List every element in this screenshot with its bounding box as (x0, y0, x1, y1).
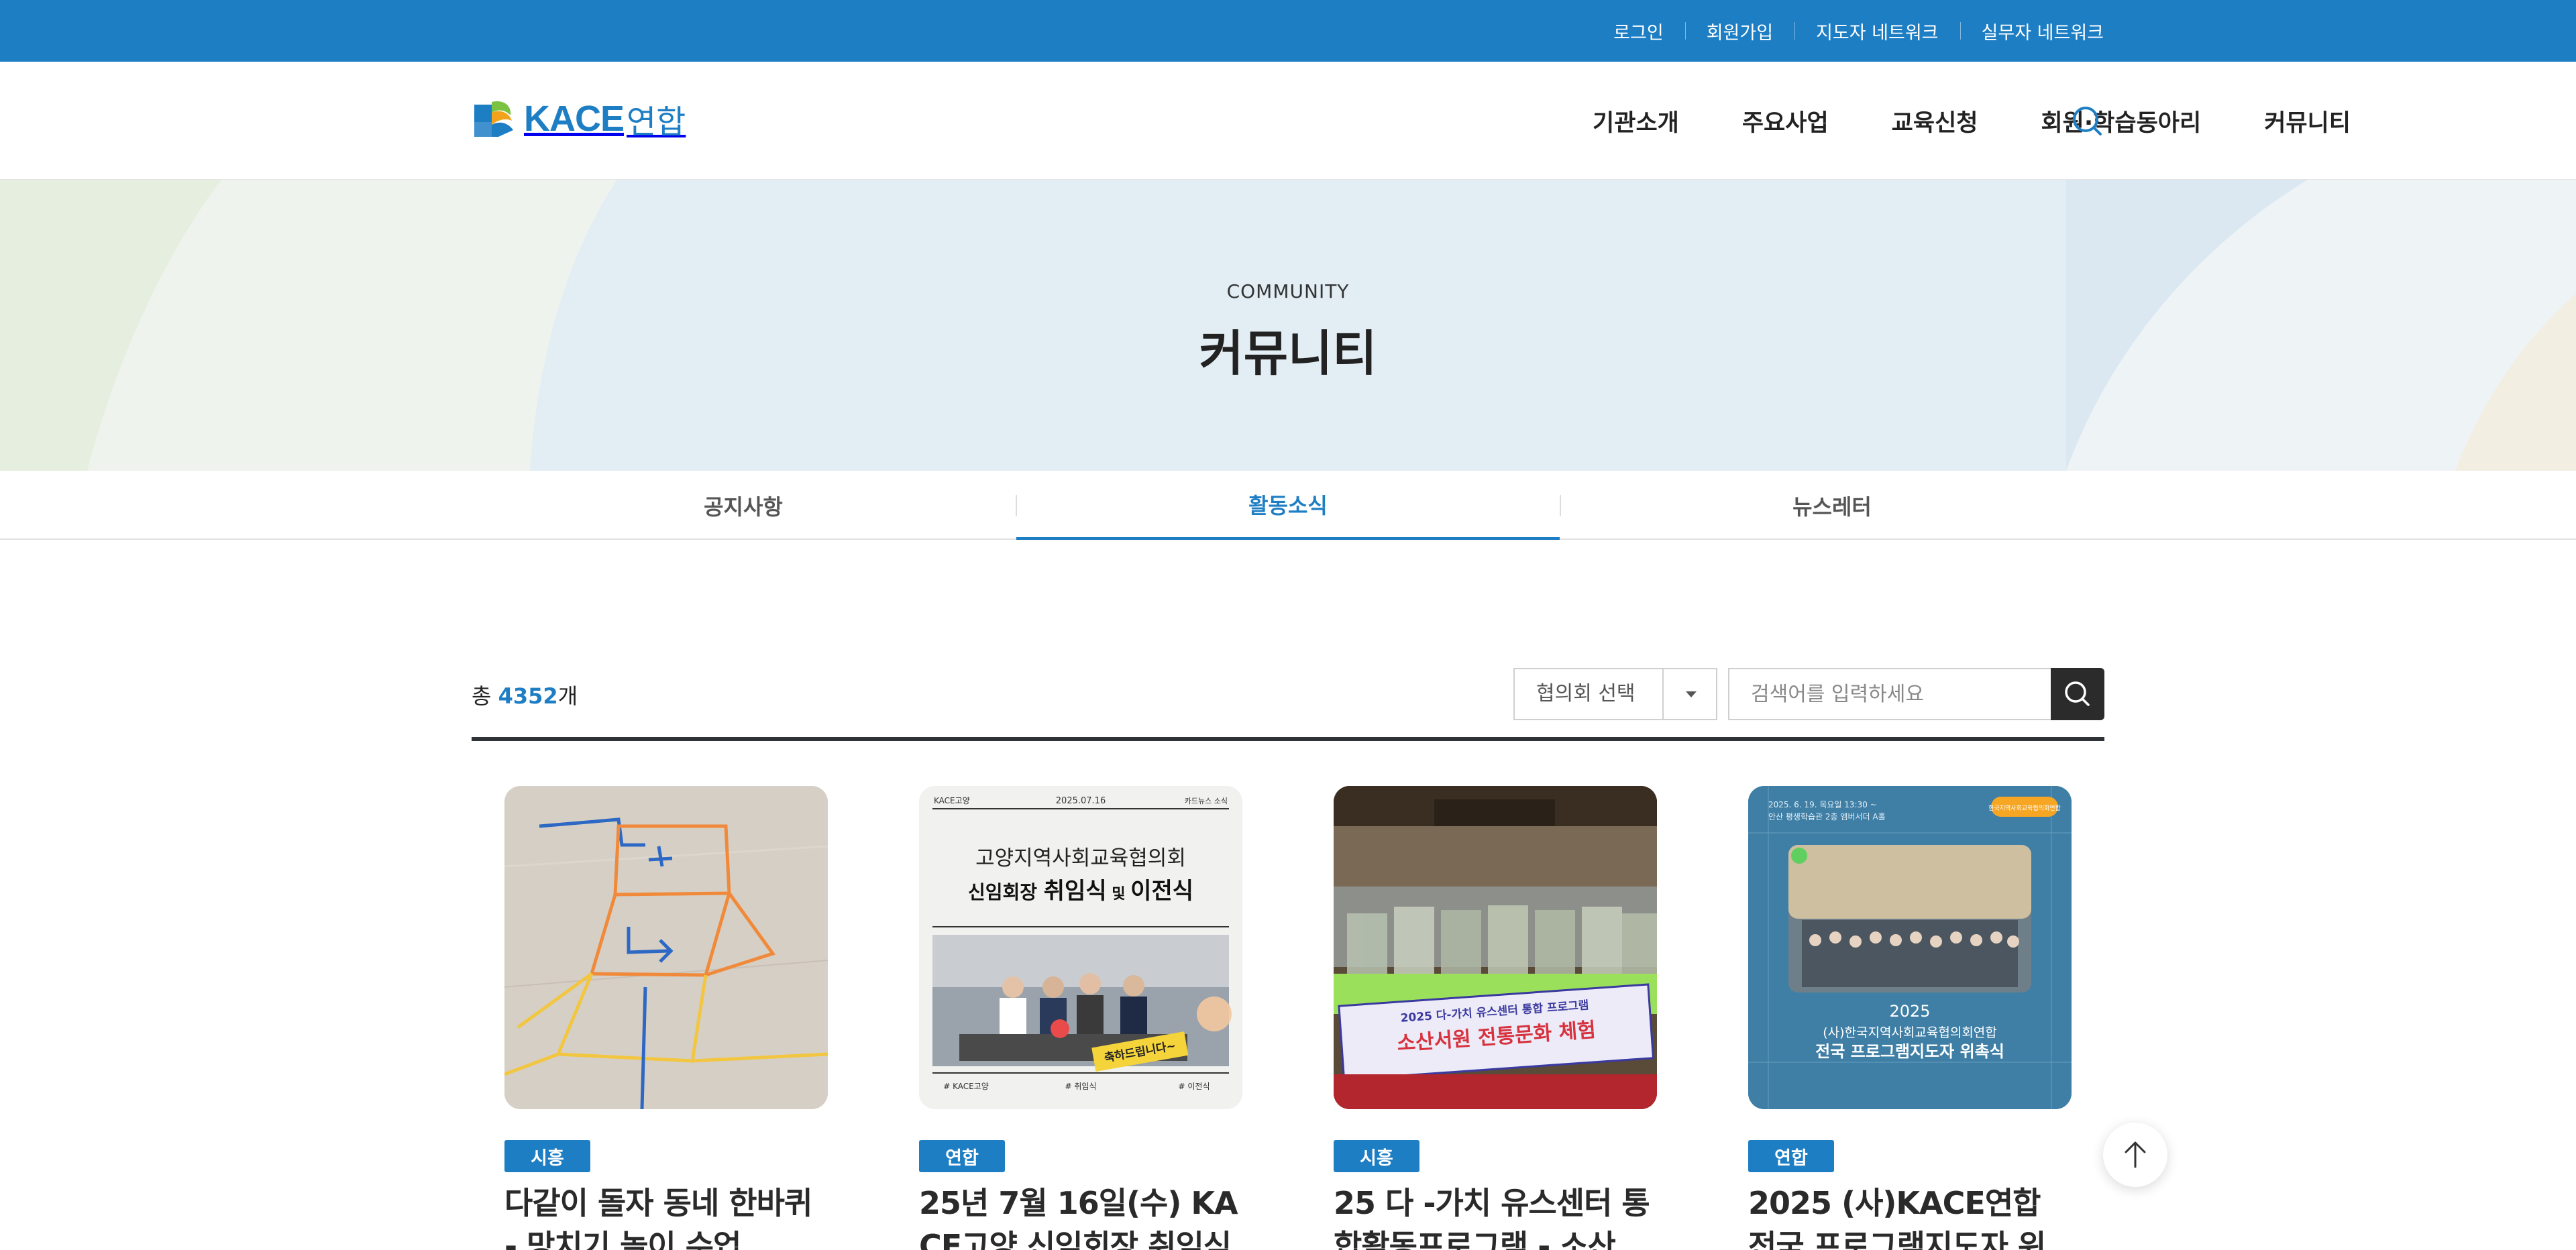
nav-item-programs[interactable]: 주요사업 (1742, 104, 1829, 138)
site-logo[interactable]: KACE 연합 (472, 97, 686, 141)
thumb-event: 전국 프로그램지도자 위촉식 (1815, 1042, 2004, 1061)
thumb-year: 2025 (1889, 1002, 1930, 1021)
page-hero: COMMUNITY 커뮤니티 (0, 180, 2576, 471)
post-thumbnail[interactable]: KACE고양 2025.07.16 카드뉴스 소식 고양지역사회교육협의회 신임… (919, 786, 1242, 1109)
search-field[interactable] (1728, 668, 2051, 720)
thumb-heading: 고양지역사회교육협의회 (975, 846, 1186, 870)
practitioner-network-link[interactable]: 실무자 네트워크 (1960, 18, 2104, 44)
chevron-down-icon[interactable] (1662, 669, 1716, 719)
search-submit-button[interactable] (2051, 668, 2104, 720)
thumb-venue: 안산 평생학습관 2층 엠버서더 A홀 (1768, 812, 1886, 821)
count-prefix: 총 (472, 683, 498, 709)
search-input[interactable] (1729, 669, 2051, 719)
nav-item-education[interactable]: 교육신청 (1892, 104, 1978, 138)
post-thumbnail[interactable] (504, 786, 828, 1109)
select-value: 협의회 선택 (1536, 682, 1635, 705)
post-title[interactable]: 25 다 -가치 유스센터 통합활동프로그램 - 소산 (1334, 1182, 1657, 1250)
logo-mark-icon (472, 98, 523, 139)
list-top-divider (472, 737, 2104, 741)
nav-item-about[interactable]: 기관소개 (1593, 104, 1679, 138)
login-link[interactable]: 로그인 (1592, 18, 1685, 44)
hero-subtitle: COMMUNITY (1226, 280, 1350, 302)
post-card[interactable]: 2025 다-가치 유스센터 통합 프로그램 소산서원 전통문화 체험 시흥 2… (1334, 786, 1657, 1250)
thumb-date: 2025. 6. 19. 목요일 13:30 ~ (1768, 800, 1877, 809)
count-number: 4352 (498, 683, 558, 709)
nav-item-members[interactable]: 회원·학습동아리 (2041, 104, 2201, 138)
tab-activities[interactable]: 활동소식 (1016, 471, 1560, 540)
utility-links: 로그인 회원가입 지도자 네트워크 실무자 네트워크 (1592, 0, 2104, 62)
thumb-label: 카드뉴스 소식 (1185, 797, 1228, 805)
category-badge: 시흥 (504, 1140, 590, 1172)
post-thumbnail[interactable]: 2025. 6. 19. 목요일 13:30 ~ 안산 평생학습관 2층 엠버서… (1748, 786, 2072, 1109)
post-title[interactable]: 25년 7월 16일(수) KACE고양 신임회장 취임식 (919, 1182, 1242, 1250)
search-icon (2065, 681, 2090, 706)
back-to-top-button[interactable] (2103, 1123, 2167, 1187)
category-badge: 연합 (1748, 1140, 1834, 1172)
thumb-org: (사)한국지역사회교육협의회연합 (1823, 1025, 1997, 1040)
logo-brand: KACE (524, 99, 625, 139)
thumb-tag: # 이전식 (1179, 1082, 1210, 1091)
post-title[interactable]: 다같이 돌자 동네 한바퀴 - 망치기 놀이 수업 (504, 1182, 828, 1250)
search-icon[interactable] (2070, 103, 2104, 138)
thumb-heading-2: 신임회장 취임식 및 이전식 (968, 878, 1193, 905)
post-card[interactable]: 시흥 다같이 돌자 동네 한바퀴 - 망치기 놀이 수업 (504, 786, 828, 1250)
page-title: 커뮤니티 (1199, 325, 1377, 382)
category-badge: 연합 (919, 1140, 1005, 1172)
post-card[interactable]: KACE고양 2025.07.16 카드뉴스 소식 고양지역사회교육협의회 신임… (919, 786, 1242, 1250)
thumb-date: 2025.07.16 (1056, 796, 1106, 806)
category-badge: 시흥 (1334, 1140, 1419, 1172)
top-utility-bar: 로그인 회원가입 지도자 네트워크 실무자 네트워크 (0, 0, 2576, 62)
tab-newsletter[interactable]: 뉴스레터 (1560, 471, 2104, 540)
main-nav: 기관소개 주요사업 교육신청 회원·학습동아리 커뮤니티 (1529, 62, 2351, 180)
logo-brand-ko: 연합 (627, 103, 686, 141)
post-title[interactable]: 2025 (사)KACE연합 전국 프로그램지도자 위촉식 (1748, 1182, 2072, 1250)
post-card[interactable]: 2025. 6. 19. 목요일 13:30 ~ 안산 평생학습관 2층 엠버서… (1748, 786, 2072, 1250)
arrow-up-icon (2125, 1141, 2146, 1168)
thumb-pill: 한국지역사회교육협의회연합 (1988, 804, 2061, 812)
post-thumbnail[interactable]: 2025 다-가치 유스센터 통합 프로그램 소산서원 전통문화 체험 (1334, 786, 1657, 1109)
site-header: KACE 연합 기관소개 주요사업 교육신청 회원·학습동아리 커뮤니티 (0, 62, 2576, 180)
leader-network-link[interactable]: 지도자 네트워크 (1794, 18, 1960, 44)
thumb-label: KACE고양 (934, 796, 970, 805)
thumb-tag: # 취임식 (1065, 1082, 1097, 1091)
association-select[interactable]: 협의회 선택 (1513, 668, 1717, 720)
signup-link[interactable]: 회원가입 (1684, 18, 1794, 44)
tab-notices[interactable]: 공지사항 (472, 471, 1015, 540)
sub-tabs: 공지사항 활동소식 뉴스레터 (0, 471, 2576, 540)
post-count: 총 4352개 (472, 679, 578, 710)
thumb-tag: # KACE고양 (943, 1082, 989, 1091)
nav-item-community[interactable]: 커뮤니티 (2264, 104, 2351, 138)
count-suffix: 개 (557, 683, 578, 709)
